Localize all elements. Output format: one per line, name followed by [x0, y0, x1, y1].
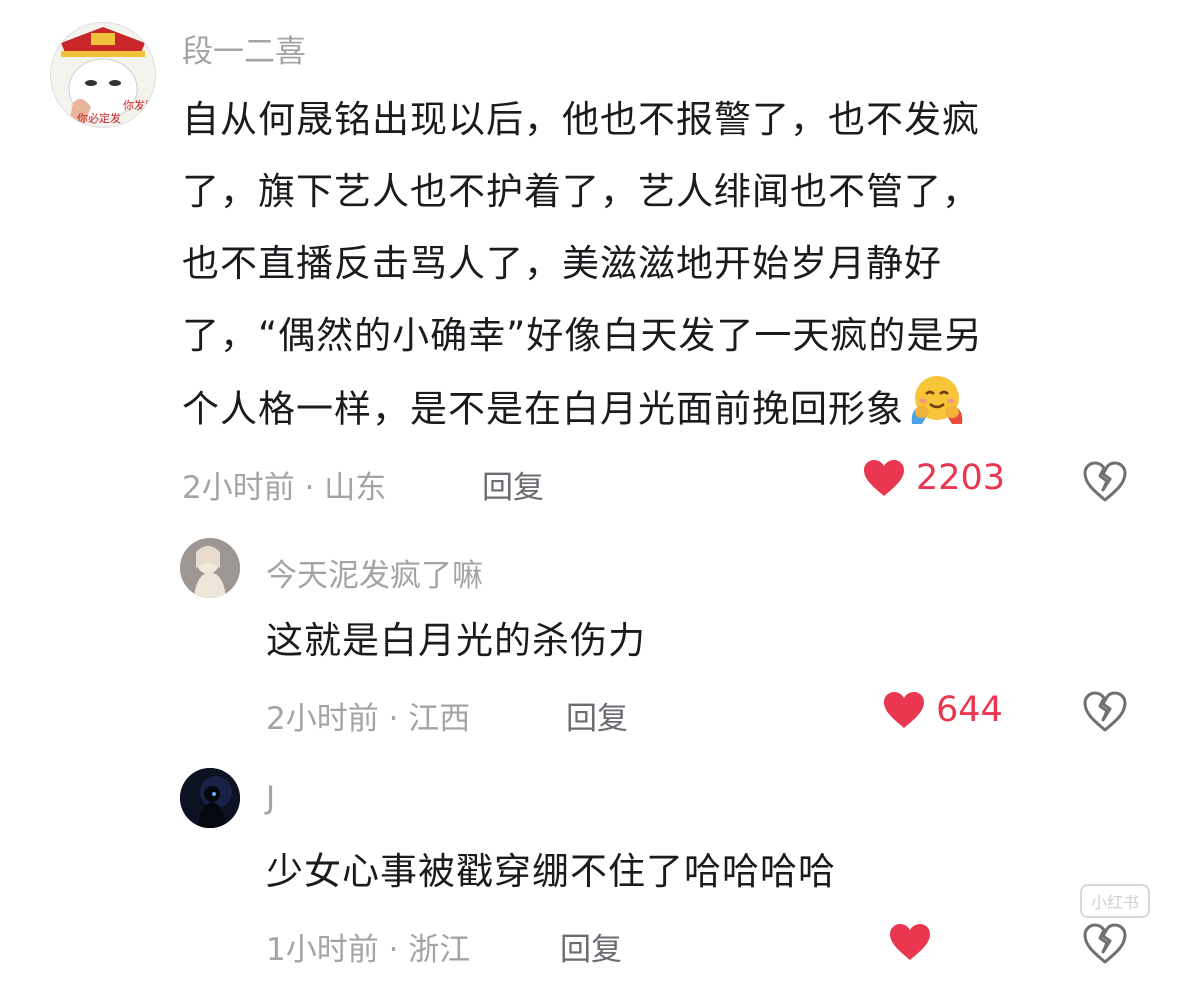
like-button[interactable] [888, 922, 942, 962]
dislike-button[interactable] [1082, 922, 1128, 968]
comment-line: 了，“偶然的小确幸”好像白天发了一天疯的是另 [182, 314, 983, 357]
comment-line: 个人格一样，是不是在白月光面前挽回形象 [182, 372, 1142, 450]
heart-icon [890, 924, 930, 960]
reply-button[interactable]: 回复 [482, 462, 544, 507]
hugging-face-emoji [908, 372, 966, 450]
avatar-text-1: 你发财 [123, 98, 155, 112]
like-button[interactable]: 644 [882, 690, 1003, 730]
like-count: 2203 [916, 458, 1006, 498]
like-button[interactable]: 2203 [862, 458, 1005, 498]
comment-text: 少女心事被戳穿绷不住了哈哈哈哈 [266, 850, 836, 893]
comment-text: 自从何晟铭出现以后，他也不报警了，也不发疯 了，旗下艺人也不护着了，艺人绯闻也不… [182, 84, 1142, 450]
reply-button[interactable]: 回复 [566, 693, 628, 738]
like-count: 644 [936, 690, 1003, 730]
avatar[interactable] [180, 538, 240, 598]
reply-item: 今天泥发疯了嘛 这就是白月光的杀伤力 2小时前 · 江西 回复 644 [0, 530, 1180, 750]
avatar-text-2: 你必定发 [77, 111, 121, 125]
comment-line: 自从何晟铭出现以后，他也不报警了，也不发疯 [182, 98, 980, 141]
watermark-text: 小红书 [1090, 893, 1139, 912]
broken-heart-icon [1083, 461, 1127, 502]
comment-item: 你发财 你必定发 段一二喜 自从何晟铭出现以后，他也不报警了，也不发疯 了，旗下… [0, 0, 1180, 520]
reply-button[interactable]: 回复 [560, 924, 622, 969]
comment-line: 了，旗下艺人也不护着了，艺人绯闻也不管了， [182, 170, 980, 213]
username[interactable]: 段一二喜 [182, 26, 306, 71]
broken-heart-icon [1083, 923, 1127, 964]
username[interactable]: J [266, 780, 275, 816]
avatar-image: 你发财 你必定发 [51, 23, 155, 127]
avatar-image [180, 538, 240, 598]
avatar-image [180, 768, 240, 828]
comment-line-text: 个人格一样，是不是在白月光面前挽回形象 [182, 387, 904, 431]
dislike-button[interactable] [1082, 690, 1128, 736]
dislike-button[interactable] [1082, 460, 1128, 506]
watermark: 小红书 [1080, 884, 1150, 918]
comment-meta: 2小时前 · 江西 [266, 701, 471, 737]
reply-item: J 少女心事被戳穿绷不住了哈哈哈哈 1小时前 · 浙江 回复 小红书 [0, 760, 1180, 982]
heart-icon [864, 460, 904, 496]
comment-meta: 2小时前 · 山东 [182, 470, 387, 506]
broken-heart-icon [1083, 691, 1127, 732]
heart-icon [884, 692, 924, 728]
comment-text: 这就是白月光的杀伤力 [266, 619, 646, 662]
avatar[interactable] [180, 768, 240, 828]
avatar[interactable]: 你发财 你必定发 [50, 22, 156, 128]
comment-line: 也不直播反击骂人了，美滋滋地开始岁月静好 [182, 242, 942, 285]
comment-meta: 1小时前 · 浙江 [266, 932, 471, 968]
username[interactable]: 今天泥发疯了嘛 [266, 550, 483, 595]
